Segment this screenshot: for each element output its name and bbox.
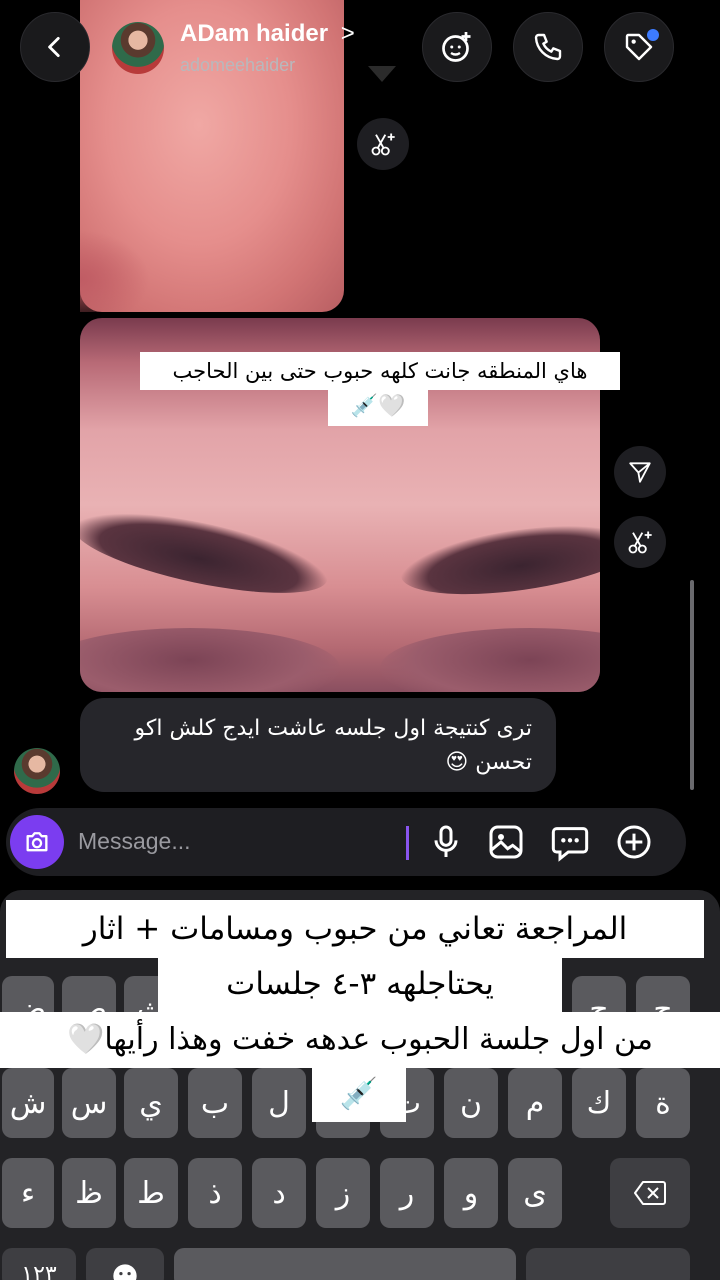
- key[interactable]: ظ: [62, 1158, 116, 1228]
- scroll-down-indicator-icon: [362, 60, 402, 90]
- photo-detail-left-eye: [80, 628, 340, 692]
- message-input[interactable]: Message...: [78, 828, 398, 855]
- add-button[interactable]: [614, 822, 654, 866]
- overlay-text-line-4: 💉: [312, 1066, 406, 1122]
- contact-avatar[interactable]: [112, 22, 164, 74]
- plus-circle-icon: [617, 825, 651, 859]
- scrollbar[interactable]: [690, 580, 694, 790]
- photo-caption-line-1: هاي المنطقه جانت كلهه حبوب حتى بين الحاج…: [140, 352, 620, 390]
- key[interactable]: ى: [508, 1158, 562, 1228]
- key[interactable]: ذ: [188, 1158, 242, 1228]
- message-composer: Message...: [6, 808, 686, 876]
- key[interactable]: ن: [444, 1068, 498, 1138]
- key[interactable]: ز: [316, 1158, 370, 1228]
- remix-button-2[interactable]: [614, 516, 666, 568]
- key[interactable]: د: [252, 1158, 306, 1228]
- numbers-key[interactable]: ١٢٣: [2, 1248, 76, 1280]
- scissors-sparkle-icon: [371, 133, 395, 156]
- key[interactable]: ء: [2, 1158, 54, 1228]
- key[interactable]: و: [444, 1158, 498, 1228]
- photo-caption-line-2: 🤍💉: [328, 388, 428, 426]
- contact-handle: adomeehaider: [180, 55, 296, 75]
- photo-detail-left-brow: [80, 496, 334, 610]
- key[interactable]: ش: [2, 1068, 54, 1138]
- sticker-button[interactable]: [550, 822, 590, 866]
- key[interactable]: ة: [636, 1068, 690, 1138]
- key[interactable]: ل: [252, 1068, 306, 1138]
- contact-name-text: ADam haider: [180, 20, 329, 47]
- sender-avatar[interactable]: [14, 748, 60, 794]
- phone-icon: [534, 33, 562, 61]
- return-key[interactable]: [526, 1248, 690, 1280]
- microphone-icon: [434, 825, 458, 857]
- label-button[interactable]: [604, 12, 674, 82]
- overlay-text-line-2: يحتاجلهه ٣-٤ جلسات: [158, 956, 562, 1012]
- contact-name[interactable]: ADam haider >: [180, 20, 355, 48]
- voice-button[interactable]: [426, 822, 466, 866]
- camera-button[interactable]: [10, 815, 64, 869]
- backspace-icon: [634, 1181, 666, 1205]
- emoji-icon: [113, 1264, 137, 1280]
- remix-button-1[interactable]: [357, 118, 409, 170]
- photo-detail-right-brow: [396, 513, 600, 607]
- key[interactable]: ك: [572, 1068, 626, 1138]
- overlay-text-line-1: المراجعة تعاني من حبوب ومسامات + اثار: [6, 900, 704, 958]
- key[interactable]: ي: [124, 1068, 178, 1138]
- notification-dot: [647, 29, 659, 41]
- chevron-right-icon: >: [340, 20, 355, 47]
- text-cursor: [406, 826, 409, 860]
- back-button[interactable]: [20, 12, 90, 82]
- key[interactable]: ط: [124, 1158, 178, 1228]
- scissors-sparkle-icon: [628, 531, 652, 554]
- share-button[interactable]: [614, 446, 666, 498]
- send-icon: [629, 462, 651, 483]
- chat-dots-icon: [551, 827, 589, 862]
- camera-icon: [26, 832, 48, 852]
- face-sparkle-icon: [442, 32, 471, 62]
- photo-detail-right-eye: [380, 628, 600, 692]
- effects-button[interactable]: [422, 12, 492, 82]
- call-button[interactable]: [513, 12, 583, 82]
- message-bubble[interactable]: ترى كنتيجة اول جلسه عاشت ايدج كلش اكو تح…: [80, 698, 556, 792]
- key[interactable]: ر: [380, 1158, 434, 1228]
- key[interactable]: س: [62, 1068, 116, 1138]
- message-text-line-2: تحسن 😍: [445, 750, 532, 775]
- key[interactable]: ب: [188, 1068, 242, 1138]
- backspace-key[interactable]: [610, 1158, 690, 1228]
- overlay-text-line-3: من اول جلسة الحبوب عدهه خفت وهذا رأيها🤍: [0, 1012, 720, 1068]
- gallery-icon: [489, 825, 523, 859]
- gallery-button[interactable]: [486, 822, 526, 866]
- message-text-line-1: ترى كنتيجة اول جلسه عاشت ايدج كلش اكو: [134, 716, 532, 741]
- chevron-left-icon: [48, 36, 60, 58]
- space-key[interactable]: [174, 1248, 516, 1280]
- emoji-key[interactable]: [86, 1248, 164, 1280]
- key[interactable]: م: [508, 1068, 562, 1138]
